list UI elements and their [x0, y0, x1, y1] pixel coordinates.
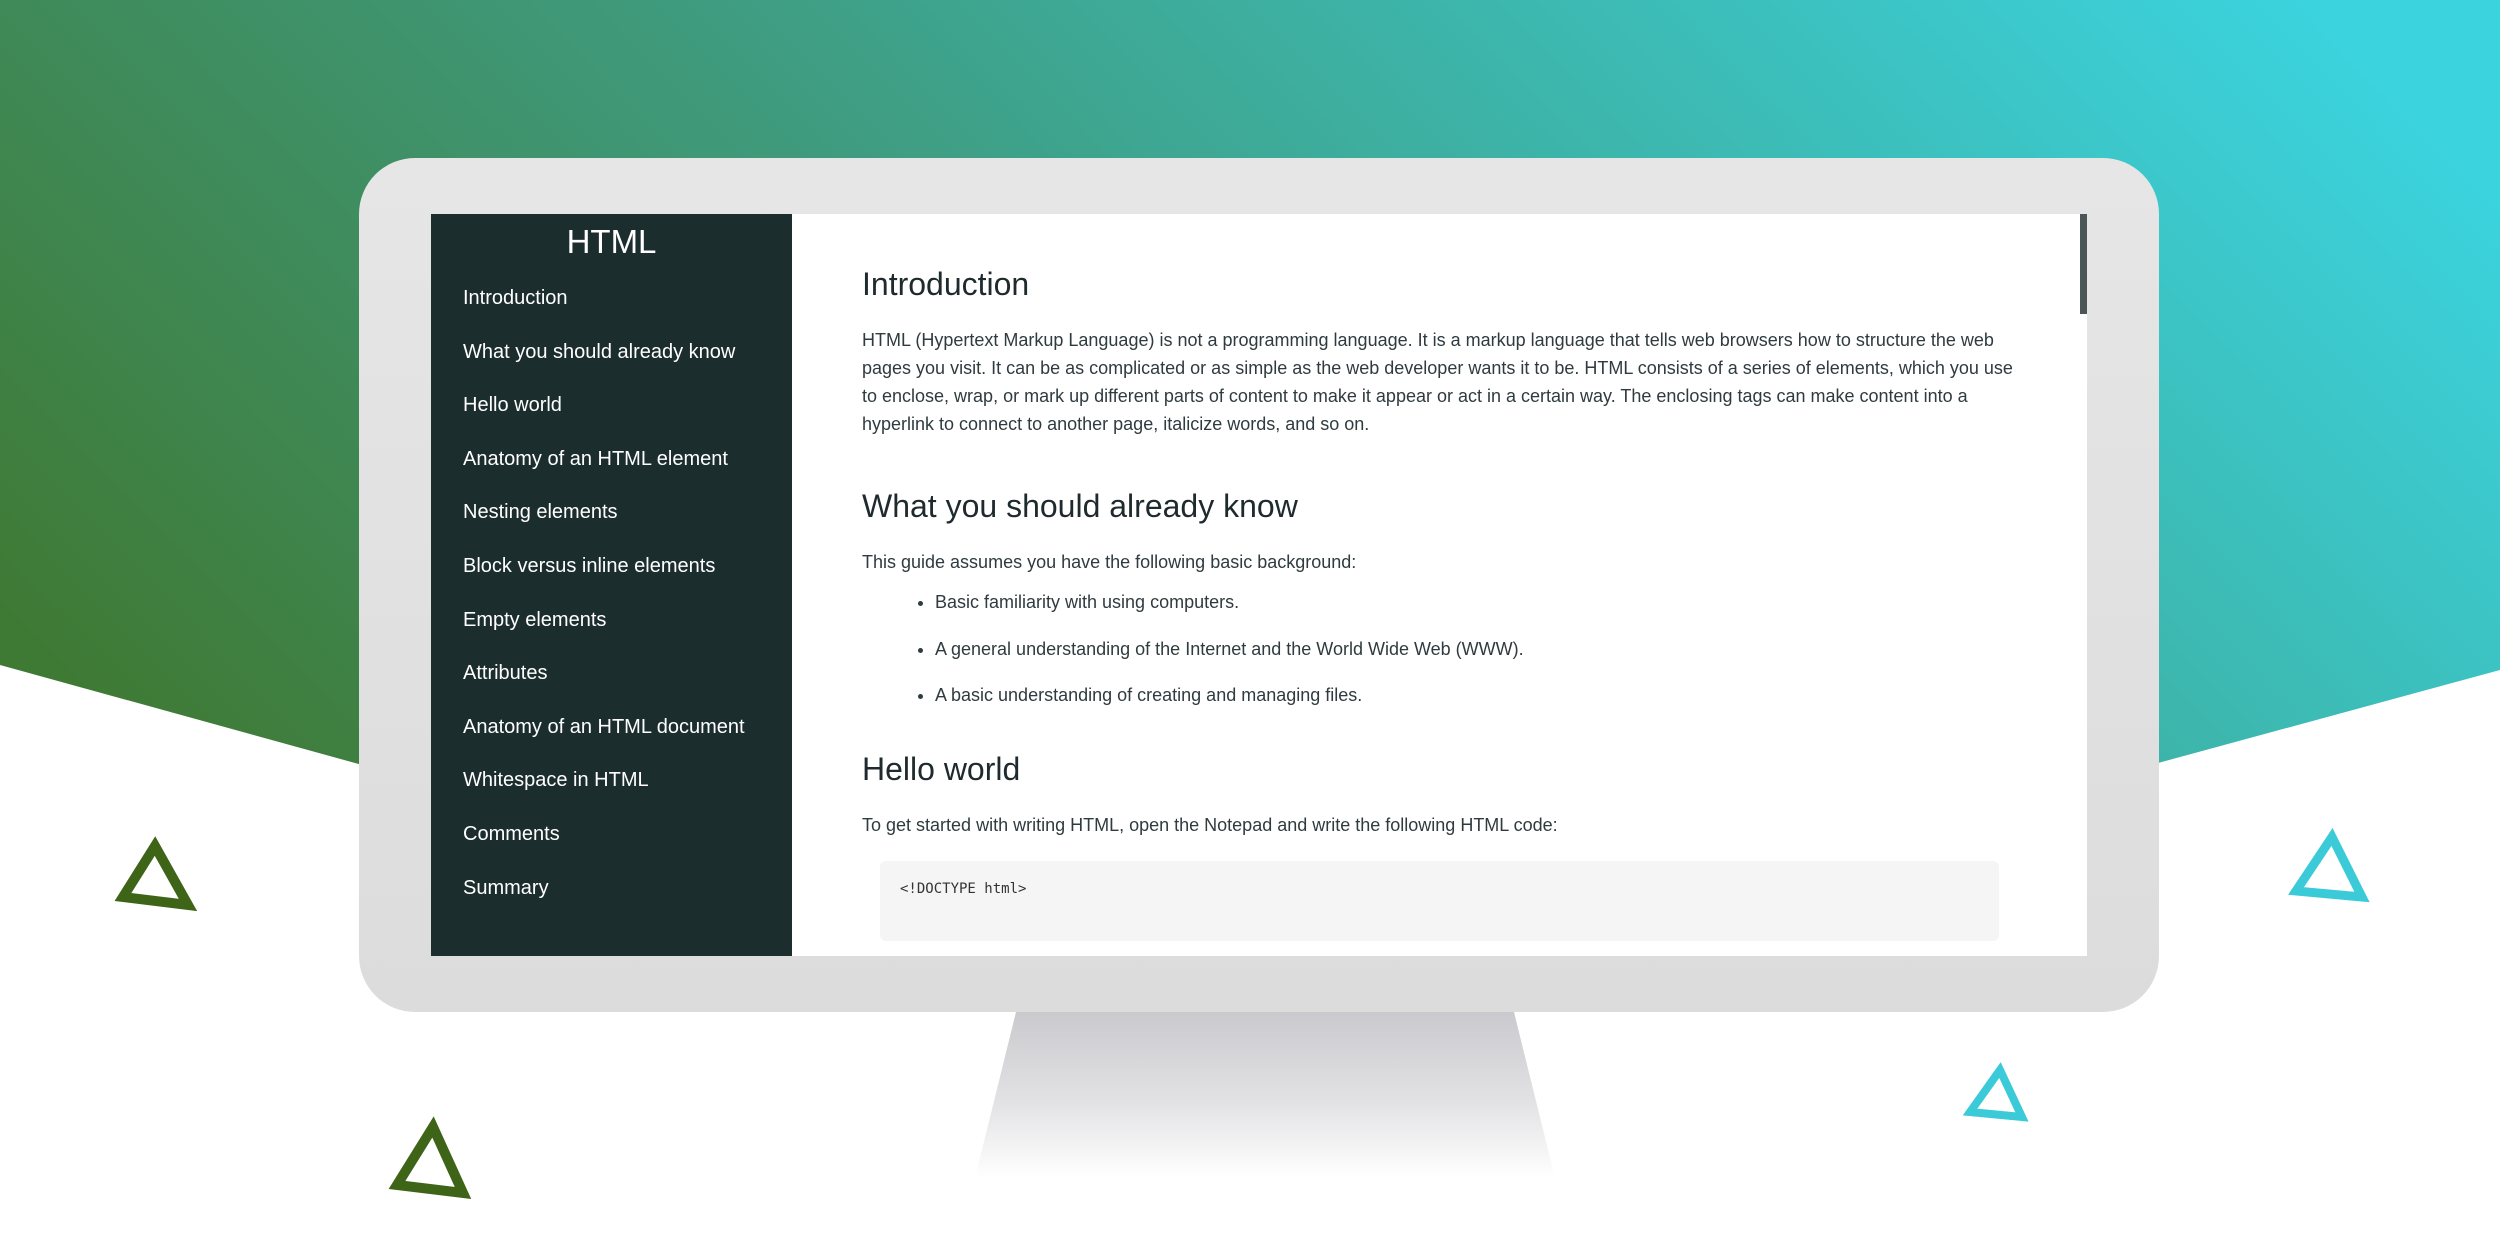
sidebar: HTML Introduction What you should alread…: [431, 214, 792, 956]
triangle-decoration-green-left: [114, 836, 198, 912]
list-item: A general understanding of the Internet …: [935, 635, 2017, 663]
triangle-decoration-green-bottom: [388, 1116, 472, 1200]
sidebar-title: HTML: [566, 223, 657, 260]
sidebar-item-what-you-should-already-know[interactable]: What you should already know: [431, 326, 792, 380]
hello-text: To get started with writing HTML, open t…: [862, 815, 1558, 835]
sidebar-item-block-versus-inline-elements[interactable]: Block versus inline elements: [431, 540, 792, 594]
introduction-heading: Introduction: [862, 266, 1030, 302]
scrollbar-thumb[interactable]: [2080, 214, 2087, 314]
introduction-text: HTML (Hypertext Markup Language) is not …: [862, 330, 2013, 434]
sidebar-item-nesting-elements[interactable]: Nesting elements: [431, 486, 792, 540]
sidebar-item-empty-elements[interactable]: Empty elements: [431, 594, 792, 648]
list-item: Basic familiarity with using computers.: [935, 588, 2017, 616]
sidebar-item-comments[interactable]: Comments: [431, 808, 792, 862]
know-intro-text: This guide assumes you have the followin…: [862, 552, 1357, 572]
monitor-stand: [975, 1008, 1555, 1178]
sidebar-item-hello-world[interactable]: Hello world: [431, 379, 792, 433]
section-hello-world: Hello world To get started with writing …: [862, 749, 2017, 941]
code-block: <!DOCTYPE html>: [880, 861, 1999, 941]
triangle-decoration-teal-bottom: [1962, 1062, 2029, 1122]
triangle-decoration-teal-right: [2288, 828, 2370, 903]
monitor-screen: HTML Introduction What you should alread…: [431, 214, 2087, 956]
sidebar-item-summary[interactable]: Summary: [431, 862, 792, 916]
hello-heading: Hello world: [862, 751, 1021, 787]
sidebar-item-anatomy-of-an-html-document[interactable]: Anatomy of an HTML document: [431, 701, 792, 755]
main-content: Introduction HTML (Hypertext Markup Lang…: [792, 214, 2087, 956]
sidebar-item-anatomy-of-an-html-element[interactable]: Anatomy of an HTML element: [431, 433, 792, 487]
know-bullet-list: Basic familiarity with using computers. …: [862, 588, 2017, 709]
know-heading: What you should already know: [862, 488, 1298, 524]
code-line: <!DOCTYPE html>: [900, 881, 1027, 897]
list-item: A basic understanding of creating and ma…: [935, 681, 2017, 709]
sidebar-item-attributes[interactable]: Attributes: [431, 647, 792, 701]
sidebar-item-whitespace-in-html[interactable]: Whitespace in HTML: [431, 754, 792, 808]
section-what-you-should-already-know: What you should already know This guide …: [862, 486, 2017, 709]
section-introduction: Introduction HTML (Hypertext Markup Lang…: [862, 264, 2017, 438]
sidebar-item-introduction[interactable]: Introduction: [431, 272, 792, 326]
sidebar-nav: Introduction What you should already kno…: [431, 272, 792, 915]
